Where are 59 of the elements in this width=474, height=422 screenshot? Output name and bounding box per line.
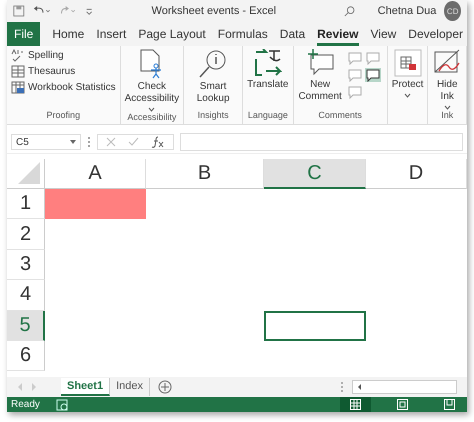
- add-sheet-icon[interactable]: [158, 380, 172, 394]
- group-label: Proofing: [46, 110, 82, 122]
- sheet-tab[interactable]: Sheet1: [61, 378, 110, 396]
- ribbon-tab[interactable]: Insert: [96, 22, 126, 46]
- ribbon-command[interactable]: Check Accessibility: [124, 81, 180, 105]
- ribbon-command[interactable]: Protect: [392, 79, 424, 91]
- ribbon-tab[interactable]: Formulas: [218, 22, 268, 46]
- ribbon-command[interactable]: Workbook Statistics: [28, 82, 116, 93]
- scroll-left-icon[interactable]: [356, 383, 362, 391]
- sheet-tab[interactable]: Index: [110, 378, 150, 396]
- ribbon-command[interactable]: Smart Lookup: [188, 81, 238, 105]
- caret-icon[interactable]: [148, 107, 156, 112]
- status-text: Ready: [11, 399, 40, 410]
- ribbon-command[interactable]: New Comment: [298, 79, 343, 103]
- protect-icon: [394, 49, 422, 77]
- ribbon-tab[interactable]: Data: [280, 22, 306, 46]
- more-icon: [87, 136, 91, 148]
- group-label: Insights: [196, 110, 230, 122]
- ribbon-command[interactable]: Thesaurus: [28, 66, 76, 77]
- formula-field[interactable]: [180, 133, 463, 151]
- group-label: Accessibility: [126, 112, 178, 124]
- book-icon: [11, 65, 25, 78]
- window-title: Worksheet events - Excel: [152, 5, 276, 17]
- ribbon-tab[interactable]: View: [370, 22, 396, 46]
- ribbon-command[interactable]: Hide Ink: [432, 79, 462, 103]
- lookup-icon: [198, 49, 228, 79]
- ribbon-tab[interactable]: Developer: [408, 22, 463, 46]
- ribbon-tab[interactable]: Home: [52, 22, 84, 46]
- user-avatar[interactable]: CD: [444, 1, 462, 21]
- horizontal-scrollbar[interactable]: [352, 380, 457, 394]
- save-icon[interactable]: [13, 4, 25, 18]
- group-label: Language: [247, 110, 288, 122]
- ribbon-tab[interactable]: Page Layout: [138, 22, 206, 46]
- group-label: Ink: [440, 110, 454, 122]
- file-tab[interactable]: File: [7, 22, 40, 46]
- spelling-icon: [11, 49, 25, 62]
- ribbon-command[interactable]: Translate: [247, 79, 288, 91]
- search-icon[interactable]: [344, 4, 356, 18]
- column-header[interactable]: C: [264, 159, 366, 189]
- caret-icon[interactable]: [404, 93, 412, 98]
- statistics-icon: [11, 81, 25, 94]
- comment-icon[interactable]: [364, 68, 381, 82]
- page-layout-icon: [397, 399, 408, 410]
- cell[interactable]: [45, 189, 146, 220]
- function-icon[interactable]: [151, 136, 165, 148]
- caret-icon[interactable]: [444, 105, 451, 110]
- page-break-icon: [444, 399, 455, 410]
- user-name: Chetna Dua: [378, 5, 436, 17]
- new-comment-icon: [305, 49, 336, 77]
- row-header[interactable]: 5: [7, 310, 45, 341]
- ribbon-command[interactable]: Spelling: [28, 50, 64, 61]
- normal-view-icon: [350, 399, 361, 410]
- translate-icon: [254, 49, 282, 77]
- view-button[interactable]: [340, 397, 371, 412]
- group-label: Comments: [317, 110, 363, 122]
- accessibility-status-icon[interactable]: [56, 398, 69, 410]
- more-icon: [340, 381, 344, 393]
- name-box[interactable]: C5: [11, 134, 81, 150]
- active-cell[interactable]: [264, 310, 366, 341]
